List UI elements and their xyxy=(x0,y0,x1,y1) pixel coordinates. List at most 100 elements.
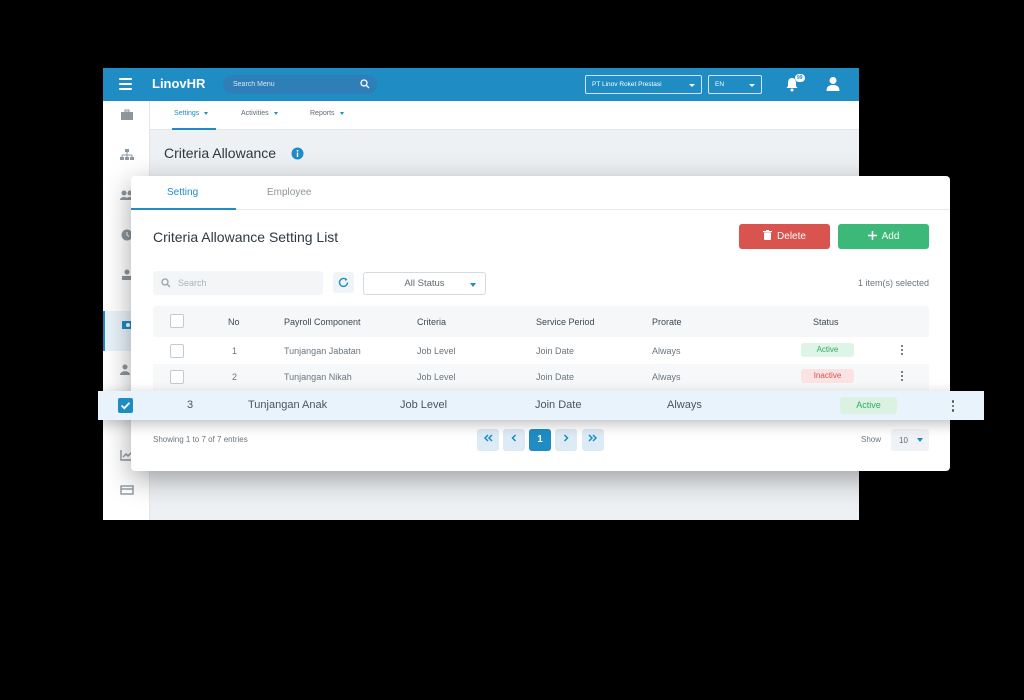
kebab-icon[interactable] xyxy=(900,345,904,357)
check-icon xyxy=(120,402,131,410)
table-row-selected[interactable]: 3 Tunjangan Anak Job Level Join Date Alw… xyxy=(98,391,984,420)
company-select[interactable]: PT Linov Roket Prestasi xyxy=(585,75,702,94)
tab-activities-label: Activities xyxy=(241,110,269,117)
show-label: Show xyxy=(861,435,882,444)
chevron-down-icon xyxy=(273,111,278,115)
header-prorate: Prorate xyxy=(652,317,682,327)
status-badge: Active xyxy=(840,397,897,414)
tab-activities[interactable]: Activities xyxy=(241,110,278,117)
sidebar-item-organization[interactable] xyxy=(103,141,150,181)
plus-icon xyxy=(867,230,877,240)
tab-employee[interactable]: Employee xyxy=(267,187,311,198)
chevron-down-icon xyxy=(470,283,476,287)
top-bar: LinovHR PT Linov Roket Prestasi EN 99 xyxy=(103,68,859,101)
chevron-right-icon xyxy=(563,434,569,442)
last-page-button[interactable] xyxy=(582,429,604,451)
chevron-down-icon xyxy=(689,84,695,87)
briefcase-icon xyxy=(120,109,133,120)
cell-payroll-component: Tunjangan Jabatan xyxy=(284,346,361,356)
user-icon[interactable] xyxy=(826,76,840,92)
cell-no: 3 xyxy=(187,399,194,411)
status-filter-value: All Status xyxy=(404,278,445,289)
hamburger-icon[interactable] xyxy=(119,78,132,90)
table-row[interactable]: 2 Tunjangan Nikah Job Level Join Date Al… xyxy=(153,364,929,390)
page-button-current[interactable]: 1 xyxy=(529,429,551,451)
cell-criteria: Job Level xyxy=(417,346,456,356)
selected-count: 1 item(s) selected xyxy=(857,278,929,288)
card-tabs: Setting Employee xyxy=(131,176,950,210)
status-badge: Inactive xyxy=(801,369,854,383)
cell-prorate: Always xyxy=(667,399,702,411)
menu-search-input[interactable] xyxy=(233,78,353,91)
next-page-button[interactable] xyxy=(555,429,577,451)
header-service-period: Service Period xyxy=(536,317,595,327)
tab-reports[interactable]: Reports xyxy=(310,110,344,117)
cell-payroll-component: Tunjangan Nikah xyxy=(284,372,352,382)
table-header: No Payroll Component Criteria Service Pe… xyxy=(153,306,929,337)
tab-reports-label: Reports xyxy=(310,110,335,117)
cell-service-period: Join Date xyxy=(536,346,575,356)
card-tab-underline xyxy=(131,208,236,210)
chevron-down-icon xyxy=(917,438,923,442)
entries-info: Showing 1 to 7 of 7 entries xyxy=(153,435,248,444)
company-value: PT Linov Roket Prestasi xyxy=(592,81,662,88)
table-row[interactable]: 1 Tunjangan Jabatan Job Level Join Date … xyxy=(153,338,929,364)
cell-service-period: Join Date xyxy=(536,372,575,382)
refresh-button[interactable] xyxy=(333,272,354,293)
add-label: Add xyxy=(881,231,900,242)
chevron-down-icon xyxy=(339,111,344,115)
header-payroll-component: Payroll Component xyxy=(284,317,361,327)
chevron-down-icon xyxy=(204,111,209,115)
tab-underline xyxy=(172,128,216,130)
double-chevron-right-icon xyxy=(588,434,598,442)
refresh-icon xyxy=(338,277,349,288)
status-filter-select[interactable]: All Status xyxy=(363,272,486,295)
language-select[interactable]: EN xyxy=(708,75,762,94)
first-page-button[interactable] xyxy=(477,429,499,451)
page-size-value: 10 xyxy=(899,436,908,445)
sidebar-item-dashboard[interactable] xyxy=(103,101,150,141)
page-title: Criteria Allowance xyxy=(164,145,277,161)
header-criteria: Criteria xyxy=(417,317,447,327)
add-button[interactable]: Add xyxy=(838,224,929,249)
sidebar-item-card[interactable] xyxy=(103,476,150,516)
org-chart-icon xyxy=(119,149,134,160)
cell-prorate: Always xyxy=(652,346,681,356)
list-title: Criteria Allowance Setting List xyxy=(153,229,339,245)
header-no: No xyxy=(228,317,240,327)
status-badge: Active xyxy=(801,343,854,357)
cell-prorate: Always xyxy=(652,372,681,382)
criteria-card: Setting Employee Criteria Allowance Sett… xyxy=(131,176,950,471)
cell-service-period: Join Date xyxy=(535,399,582,411)
cell-criteria: Job Level xyxy=(400,399,448,411)
tab-setting[interactable]: Setting xyxy=(167,187,198,198)
stage: LinovHR PT Linov Roket Prestasi EN 99 xyxy=(0,0,1024,700)
row-checkbox[interactable] xyxy=(170,370,184,384)
trash-icon xyxy=(763,230,773,241)
page-size-select[interactable]: 10 xyxy=(891,429,929,451)
chevron-left-icon xyxy=(511,434,517,442)
list-search[interactable] xyxy=(153,271,323,295)
delete-button[interactable]: Delete xyxy=(739,224,830,249)
search-icon xyxy=(161,278,171,288)
brand-logo: LinovHR xyxy=(152,76,206,91)
prev-page-button[interactable] xyxy=(503,429,525,451)
cell-no: 1 xyxy=(232,346,238,356)
info-icon[interactable] xyxy=(291,147,304,160)
sub-nav: Settings Activities Reports xyxy=(150,101,859,130)
cell-payroll-component: Tunjangan Anak xyxy=(248,399,328,411)
double-chevron-left-icon xyxy=(483,434,493,442)
cell-criteria: Job Level xyxy=(417,372,456,382)
tab-settings[interactable]: Settings xyxy=(174,110,209,117)
search-input[interactable] xyxy=(178,276,313,290)
notification-badge: 99 xyxy=(795,74,805,82)
menu-search[interactable] xyxy=(223,75,377,94)
chevron-down-icon xyxy=(749,84,755,87)
delete-label: Delete xyxy=(777,231,806,242)
header-status: Status xyxy=(813,317,839,327)
kebab-icon[interactable] xyxy=(900,371,904,383)
select-all-checkbox[interactable] xyxy=(170,314,184,328)
row-checkbox[interactable] xyxy=(170,344,184,358)
row-checkbox-checked[interactable] xyxy=(118,398,133,413)
kebab-icon[interactable] xyxy=(951,400,955,412)
